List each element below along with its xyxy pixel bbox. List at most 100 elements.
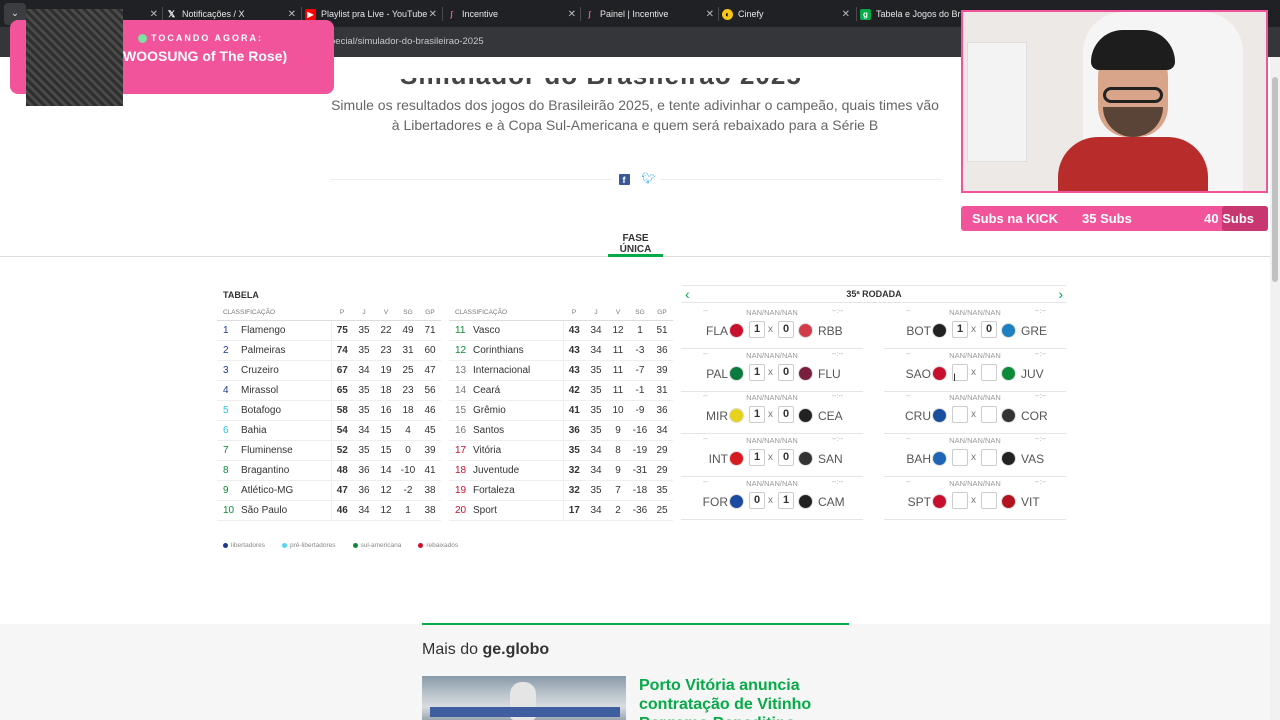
- goal-diff-cell: -3: [629, 340, 651, 361]
- close-icon[interactable]: ✕: [150, 9, 158, 20]
- home-score-input[interactable]: [952, 491, 968, 509]
- played-cell: 35: [353, 380, 375, 401]
- standings-table-right: CLASSIFICAÇÃO P J V SG GP 11 Vasco 43 34 12 1…: [449, 306, 673, 521]
- browser-tab[interactable]: ◐ Cinefy ✕: [722, 3, 850, 25]
- away-team-crest-icon: [1001, 408, 1016, 424]
- browser-tab[interactable]: ʃ Incentive ✕: [446, 3, 576, 25]
- browser-tab[interactable]: g Tabela e Jogos do Brasil: [860, 3, 975, 25]
- away-team-crest-icon: [798, 408, 813, 424]
- table-row: 12 Corinthians 43 34 11 -3 36: [449, 340, 673, 361]
- match-row: FOR 0 x 1 CAM: [681, 491, 863, 511]
- goals-for-cell: 38: [419, 500, 441, 521]
- match-row: SPT x VIT: [884, 491, 1066, 511]
- table-row: 15 Grêmio 41 35 10 -9 36: [449, 400, 673, 421]
- away-score-input[interactable]: 0: [778, 321, 794, 338]
- points-cell: 43: [562, 320, 585, 341]
- wins-cell: 12: [375, 480, 397, 501]
- home-score-input[interactable]: [952, 406, 968, 424]
- close-icon[interactable]: ✕: [288, 9, 296, 20]
- match-time: --:--: [1034, 350, 1046, 358]
- away-score-input[interactable]: 0: [778, 449, 794, 467]
- browser-tab-label: Notificações / X: [182, 9, 245, 19]
- home-team-crest-icon: [932, 451, 947, 467]
- played-cell: 34: [353, 420, 375, 441]
- scrollbar-thumb[interactable]: [1272, 77, 1278, 282]
- home-score-input[interactable]: [952, 449, 968, 467]
- away-score-input[interactable]: 1: [778, 491, 794, 509]
- tab-fase-unica[interactable]: FASE ÚNICA: [608, 233, 663, 255]
- close-icon[interactable]: ✕: [706, 9, 714, 20]
- away-score-input[interactable]: 0: [778, 363, 794, 381]
- col-v: V: [375, 306, 397, 321]
- goal-diff-cell: -36: [629, 500, 651, 521]
- scrollbar[interactable]: [1270, 57, 1280, 720]
- away-score-input[interactable]: [981, 363, 997, 381]
- wins-cell: 7: [607, 480, 629, 501]
- away-team-crest-icon: [798, 451, 813, 467]
- legend-label: pré-libertadores: [289, 542, 336, 549]
- close-icon[interactable]: ✕: [568, 9, 576, 20]
- close-icon[interactable]: ✕: [842, 9, 850, 20]
- home-score-input[interactable]: 1: [952, 321, 968, 338]
- table-row: 5 Botafogo 58 35 16 18 46: [217, 400, 441, 421]
- versus-label: x: [768, 409, 773, 421]
- home-score-input[interactable]: 1: [749, 321, 765, 338]
- url-text[interactable]: pecial/simulador-do-brasileirao-2025: [330, 36, 484, 47]
- played-cell: 34: [353, 500, 375, 521]
- home-team-crest-icon: [729, 323, 744, 338]
- youtube-icon: ▶: [305, 8, 316, 20]
- position-cell: 12: [449, 340, 471, 361]
- col-sg: SG: [629, 306, 651, 321]
- browser-tab-label: Cinefy: [738, 9, 764, 19]
- played-cell: 34: [585, 440, 607, 461]
- wins-cell: 16: [375, 400, 397, 421]
- twitter-icon[interactable]: 🐦︎: [642, 173, 656, 185]
- away-score-input[interactable]: 0: [778, 406, 794, 424]
- page-title: Simulador do Brasileirão 2025: [400, 60, 802, 90]
- points-cell: 17: [562, 500, 585, 521]
- match-row: BAH x VAS: [884, 448, 1066, 468]
- chevron-right-icon[interactable]: ›: [1058, 286, 1063, 302]
- table-row: 2 Palmeiras 74 35 23 31 60: [217, 340, 441, 361]
- match-time: --:--: [831, 350, 843, 358]
- close-icon[interactable]: ✕: [429, 9, 437, 20]
- away-team-crest-icon: [798, 493, 813, 509]
- played-cell: 35: [585, 380, 607, 401]
- versus-label: x: [768, 366, 773, 378]
- x-icon: 𝕏: [167, 8, 176, 19]
- table-header: CLASSIFICAÇÃO P J V SG GP: [217, 306, 441, 321]
- facebook-icon[interactable]: f: [618, 173, 630, 185]
- match-card: -- NAN/NAN/NAN --:-- SPT x VIT: [884, 478, 1066, 520]
- legend-label: sul-americana: [360, 542, 402, 549]
- more-news-section: [0, 624, 1270, 720]
- news-headline[interactable]: Porto Vitória anuncia contratação de Vit…: [639, 676, 849, 720]
- away-score-input[interactable]: [981, 449, 997, 467]
- played-cell: 35: [585, 400, 607, 421]
- away-team-abbr: RBB: [818, 324, 843, 338]
- browser-tab[interactable]: ʃ Painel | Incentive ✕: [584, 3, 714, 25]
- versus-label: x: [971, 452, 976, 464]
- home-score-input[interactable]: 1: [749, 406, 765, 424]
- table-row: 18 Juventude 32 34 9 -31 29: [449, 460, 673, 481]
- tab-separator: [856, 7, 857, 21]
- goal-diff-cell: -7: [629, 360, 651, 381]
- match-card: -- NAN/NAN/NAN --:-- PAL 1 x 0 FLU: [681, 350, 863, 392]
- position-cell: 16: [449, 420, 471, 441]
- away-score-input[interactable]: [981, 406, 997, 424]
- goal-diff-cell: -10: [397, 460, 419, 481]
- away-score-input[interactable]: 0: [981, 321, 997, 338]
- col-p: P: [331, 306, 353, 321]
- goals-for-cell: 39: [651, 360, 673, 381]
- home-score-input[interactable]: 0: [749, 491, 765, 509]
- zone-legend: libertadores pré-libertadores sul-american…: [223, 542, 458, 549]
- goals-for-cell: 39: [419, 440, 441, 461]
- table-row: 17 Vitória 35 34 8 -19 29: [449, 440, 673, 461]
- team-name-cell: Mirassol: [239, 380, 331, 401]
- position-cell: 13: [449, 360, 471, 381]
- news-thumbnail[interactable]: [422, 676, 626, 720]
- wins-cell: 11: [607, 380, 629, 401]
- position-cell: 9: [217, 480, 239, 501]
- home-score-input[interactable]: 1: [749, 363, 765, 381]
- home-score-input[interactable]: 1: [749, 449, 765, 467]
- away-score-input[interactable]: [981, 491, 997, 509]
